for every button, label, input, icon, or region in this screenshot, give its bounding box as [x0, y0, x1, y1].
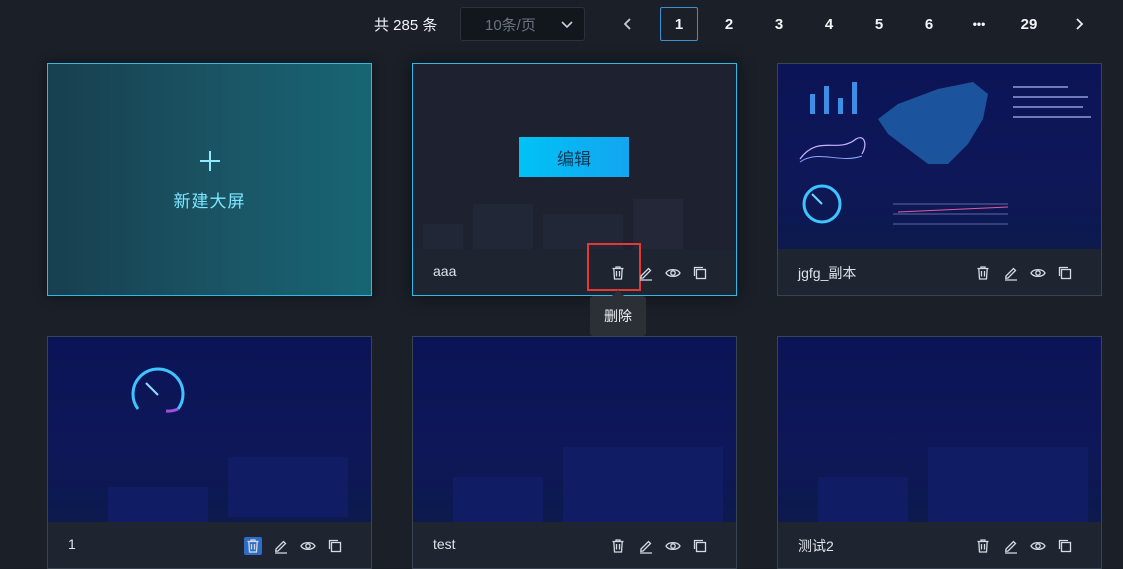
page-4[interactable]: 4 [810, 7, 848, 41]
page-ellipsis[interactable]: ••• [960, 7, 998, 41]
page-size-select[interactable]: 10条/页 [460, 7, 585, 41]
preview-icon[interactable] [664, 264, 682, 282]
page-3[interactable]: 3 [760, 7, 798, 41]
page-6[interactable]: 6 [910, 7, 948, 41]
edit-icon[interactable] [272, 537, 290, 555]
edit-icon[interactable] [637, 264, 655, 282]
delete-icon[interactable] [974, 264, 992, 282]
chevron-down-icon [561, 21, 573, 29]
card-name: jgfg_副本 [798, 265, 857, 281]
screen-card[interactable]: 测试2 [777, 336, 1102, 569]
edit-icon[interactable] [637, 537, 655, 555]
card-thumbnail [778, 337, 1101, 522]
page-size-value: 10条/页 [485, 16, 536, 34]
new-screen-card[interactable]: 新建大屏 [47, 63, 372, 296]
card-footer: test [413, 522, 736, 568]
card-thumbnail [778, 64, 1101, 249]
chevron-left-icon [623, 18, 631, 30]
total-count: 共 285 条 [374, 17, 438, 34]
new-screen-label: 新建大屏 [173, 192, 246, 211]
delete-tooltip: 删除 [590, 290, 646, 336]
preview-icon[interactable] [1029, 537, 1047, 555]
screen-card[interactable]: test [412, 336, 737, 569]
plus-icon [200, 151, 220, 171]
copy-icon[interactable] [1056, 264, 1074, 282]
edit-icon[interactable] [1002, 537, 1020, 555]
card-footer: jgfg_副本 [778, 249, 1101, 295]
delete-icon[interactable] [609, 537, 627, 555]
pagination: 共 285 条 10条/页 1 2 3 4 5 6 ••• 29 [0, 6, 1123, 42]
page-5[interactable]: 5 [860, 7, 898, 41]
copy-icon[interactable] [691, 264, 709, 282]
delete-icon[interactable] [244, 537, 262, 555]
preview-icon[interactable] [664, 537, 682, 555]
thumbnail-dashboard [799, 82, 1091, 225]
card-thumbnail [48, 337, 371, 522]
copy-icon[interactable] [326, 537, 344, 555]
thumbnail-gauge [108, 367, 348, 522]
delete-icon[interactable] [974, 537, 992, 555]
edit-button[interactable]: 编辑 [519, 137, 629, 177]
delete-icon[interactable] [609, 264, 627, 282]
screen-card[interactable]: 1 [47, 336, 372, 569]
card-name: 测试2 [798, 538, 834, 554]
page-1[interactable]: 1 [660, 7, 698, 41]
preview-icon[interactable] [1029, 264, 1047, 282]
card-thumbnail [413, 337, 736, 522]
chevron-right-icon [1076, 18, 1084, 30]
copy-icon[interactable] [1056, 537, 1074, 555]
prev-page-button[interactable] [614, 10, 642, 38]
thumbnail-skyline [818, 447, 1088, 522]
card-name: 1 [68, 536, 76, 552]
thumbnail-skyline [453, 447, 723, 522]
card-footer: aaa [413, 243, 736, 295]
screen-card[interactable]: 编辑 aaa [412, 63, 737, 296]
card-name: test [433, 536, 456, 552]
screen-card[interactable]: jgfg_副本 [777, 63, 1102, 296]
card-thumbnail: 编辑 [413, 64, 736, 249]
page-29[interactable]: 29 [1010, 7, 1048, 41]
card-footer: 1 [48, 522, 371, 568]
copy-icon[interactable] [691, 537, 709, 555]
card-footer: 测试2 [778, 522, 1101, 568]
card-name: aaa [433, 263, 457, 279]
preview-icon[interactable] [299, 537, 317, 555]
page-2[interactable]: 2 [710, 7, 748, 41]
edit-icon[interactable] [1002, 264, 1020, 282]
next-page-button[interactable] [1065, 10, 1093, 38]
